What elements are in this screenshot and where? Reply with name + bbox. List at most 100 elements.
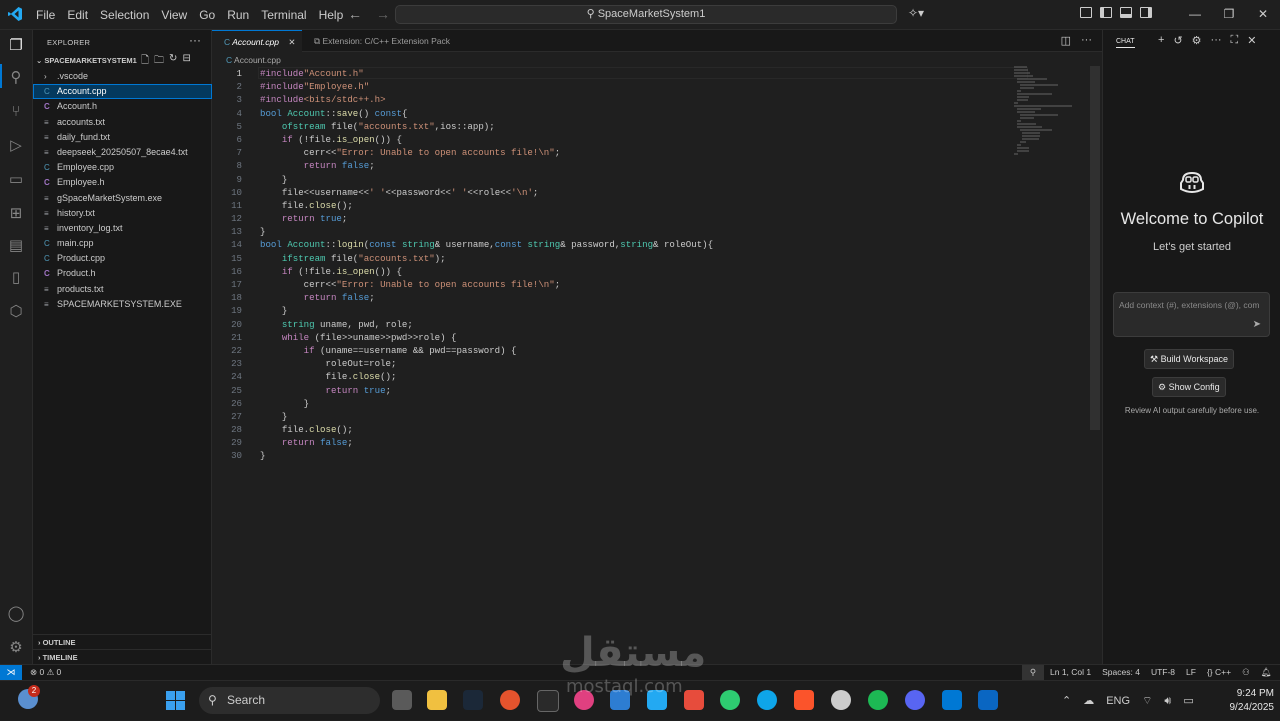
code-line[interactable]: 29 return false; <box>212 436 1012 449</box>
file-explorer-icon[interactable] <box>427 690 447 710</box>
app-icon[interactable] <box>684 690 704 710</box>
language-mode[interactable]: {} C++ <box>1207 665 1231 680</box>
spotify-icon[interactable] <box>868 690 888 710</box>
notifications-icon[interactable]: 🔔︎ <box>1261 665 1272 680</box>
toggle-primary-sidebar-icon[interactable] <box>1100 7 1112 18</box>
code-line[interactable]: 5 ofstream file("accounts.txt",ios::app)… <box>212 120 1012 133</box>
restore-icon[interactable]: ❐ <box>1212 0 1246 30</box>
file-item[interactable]: C Product.h <box>33 266 212 281</box>
remote-explorer-icon[interactable]: ▭ <box>6 170 26 190</box>
encoding[interactable]: UTF-8 <box>1151 665 1175 680</box>
code-line[interactable]: 14 bool Account::login(const string& user… <box>212 238 1012 251</box>
code-line[interactable]: 17 cerr<<"Error: Unable to open accounts… <box>212 278 1012 291</box>
file-item[interactable]: ≡ history.txt <box>33 206 212 221</box>
code-line[interactable]: 30} <box>212 449 1012 462</box>
code-line[interactable]: 6 if (!file.is_open()) { <box>212 133 1012 146</box>
show-config-button[interactable]: ⚙ Show Config <box>1152 377 1226 397</box>
code-line[interactable]: 26 } <box>212 397 1012 410</box>
code-editor[interactable]: 1 #include"Account.h" 2 #include"Employee.h… <box>212 67 1012 463</box>
command-center[interactable]: ⚲ SpaceMarketSystem1 <box>395 5 897 24</box>
onedrive-icon[interactable]: ☁ <box>1083 681 1094 721</box>
menu-selection[interactable]: Selection <box>94 8 155 22</box>
close-icon[interactable]: ✕ <box>1247 34 1256 47</box>
end-of-line[interactable]: LF <box>1186 665 1196 680</box>
forward-arrow-icon[interactable]: → <box>376 6 390 22</box>
clock[interactable]: 9:24 PM 9/24/2025 <box>1208 687 1275 715</box>
collapse-all-icon[interactable]: ⊟ <box>182 53 190 70</box>
menu-terminal[interactable]: Terminal <box>255 8 312 22</box>
copilot-menu-icon[interactable]: ✧▾ <box>908 6 924 20</box>
taskbar-search[interactable]: ⚲ Search <box>199 687 380 714</box>
cursor-position[interactable]: Ln 1, Col 1 <box>1050 665 1091 680</box>
code-line[interactable]: 4 bool Account::save() const{ <box>212 107 1012 120</box>
toggle-secondary-sidebar-icon[interactable] <box>1140 7 1152 18</box>
code-line[interactable]: 2 #include"Employee.h" <box>212 80 1012 93</box>
breadcrumb[interactable]: C Account.cpp <box>226 55 281 65</box>
more-actions-icon[interactable]: ··· <box>1211 34 1222 47</box>
wifi-icon[interactable]: ⌔ <box>1142 681 1152 721</box>
brave-icon[interactable] <box>794 690 814 710</box>
new-chat-icon[interactable]: + <box>1158 34 1164 47</box>
code-line[interactable]: 21 while (file>>uname>>pwd>>role) { <box>212 331 1012 344</box>
chat-input[interactable]: Add context (#), extensions (@), com ➤ <box>1113 292 1270 337</box>
file-item[interactable]: ≡ daily_fund.txt <box>33 130 212 145</box>
code-line[interactable]: 19 } <box>212 304 1012 317</box>
input-language[interactable]: ENG <box>1106 681 1130 721</box>
code-line[interactable]: 9 } <box>212 173 1012 186</box>
timeline-section[interactable]: › TIMELINE <box>33 649 212 664</box>
code-line[interactable]: 7 cerr<<"Error: Unable to open accounts … <box>212 146 1012 159</box>
extensions-icon[interactable]: ⊞ <box>6 204 26 224</box>
build-workspace-button[interactable]: ⚒ Build Workspace <box>1144 349 1234 369</box>
start-button-icon[interactable] <box>166 691 186 711</box>
code-line[interactable]: 12 return true; <box>212 212 1012 225</box>
file-item[interactable]: C Product.cpp <box>33 251 212 266</box>
search-icon[interactable]: ⚲ <box>6 68 26 88</box>
menu-go[interactable]: Go <box>193 8 221 22</box>
code-line[interactable]: 1 #include"Account.h" <box>212 67 1012 80</box>
package-icon[interactable]: ⬡ <box>6 302 26 322</box>
code-line[interactable]: 8 return false; <box>212 159 1012 172</box>
menu-file[interactable]: File <box>30 8 61 22</box>
code-line[interactable]: 16 if (!file.is_open()) { <box>212 265 1012 278</box>
code-line[interactable]: 27 } <box>212 410 1012 423</box>
history-icon[interactable]: ↺ <box>1173 34 1182 47</box>
file-item[interactable]: ≡ inventory_log.txt <box>33 221 212 236</box>
menu-view[interactable]: View <box>155 8 193 22</box>
more-actions-icon[interactable]: ··· <box>1081 34 1092 47</box>
code-line[interactable]: 11 file.close(); <box>212 199 1012 212</box>
tab-account-cpp[interactable]: C Account.cpp ✕ <box>212 30 302 52</box>
maximize-icon[interactable]: ⛶ <box>1231 34 1239 47</box>
battery-icon[interactable]: ▭ <box>1183 681 1193 721</box>
account-icon[interactable]: ◯ <box>6 604 26 624</box>
chatgpt-icon[interactable] <box>831 690 851 710</box>
code-line[interactable]: 23 roleOut=role; <box>212 357 1012 370</box>
steam-icon[interactable] <box>463 690 483 710</box>
folder-item[interactable]: › .vscode <box>33 69 212 84</box>
outlook-icon[interactable] <box>942 690 962 710</box>
customize-layout-icon[interactable] <box>1080 7 1092 18</box>
file-item[interactable]: ≡ products.txt <box>33 282 212 297</box>
explorer-icon[interactable]: ❐ <box>6 36 26 56</box>
project-folder[interactable]: ⌄ SPACEMARKETSYSTEM1 <box>36 56 137 65</box>
run-debug-icon[interactable]: ▷ <box>6 136 26 156</box>
file-item[interactable]: C Account.cpp <box>33 84 212 100</box>
minimap[interactable] <box>1014 66 1084 155</box>
indentation[interactable]: Spaces: 4 <box>1102 665 1140 680</box>
toggle-panel-icon[interactable] <box>1120 7 1132 18</box>
code-line[interactable]: 10 file<<username<<' '<<password<<' '<<r… <box>212 186 1012 199</box>
ea-app-icon[interactable] <box>500 690 520 710</box>
code-line[interactable]: 25 return true; <box>212 384 1012 397</box>
file-item[interactable]: C Employee.h <box>33 175 212 190</box>
new-folder-icon[interactable]: 🗀 <box>154 53 164 70</box>
send-icon[interactable]: ➤ <box>1253 319 1261 330</box>
code-line[interactable]: 22 if (uname==username && pwd==password)… <box>212 344 1012 357</box>
minimize-icon[interactable]: — <box>1178 0 1212 30</box>
file-item[interactable]: ≡ deepseek_20250507_8ecae4.txt <box>33 145 212 160</box>
code-line[interactable]: 20 string uname, pwd, role; <box>212 318 1012 331</box>
chat-tab[interactable]: CHAT <box>1116 38 1135 48</box>
file-item[interactable]: Cmain.cpp <box>33 236 212 251</box>
volume-icon[interactable]: 🔊︎ <box>1164 681 1171 721</box>
file-item[interactable]: C Employee.cpp <box>33 160 212 175</box>
chevron-up-icon[interactable]: ⌃ <box>1062 681 1071 721</box>
docs-icon[interactable]: ▯ <box>6 268 26 288</box>
